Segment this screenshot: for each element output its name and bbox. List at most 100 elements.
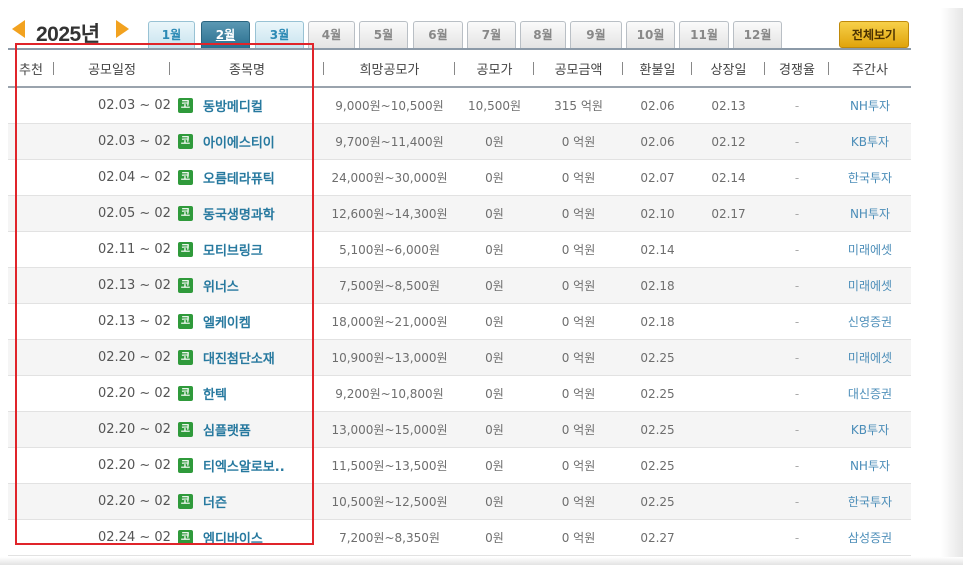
offer-amount: 0 억원 (534, 447, 623, 484)
underwriter: 신영증권 (829, 303, 911, 340)
kosdaq-badge-icon: 코 (178, 98, 193, 113)
tab-month-5[interactable]: 5월 (359, 21, 408, 48)
company-cell: 코 동국생명과학 (170, 195, 324, 232)
table-row[interactable]: 02.20 ~ 02.21코티엑스알로보..11,500원~13,500원0원0… (8, 447, 911, 484)
listing-date (692, 447, 765, 484)
underwriter: NH투자 (829, 447, 911, 484)
competition-ratio: - (765, 267, 829, 304)
kosdaq-badge-icon: 코 (178, 206, 193, 221)
triangle-right-icon[interactable] (116, 20, 129, 38)
company-link[interactable]: 오름테라퓨틱 (203, 172, 275, 187)
table-row[interactable]: 02.04 ~ 02.05 코 오름테라퓨틱 24,000원~30,000원0원0 억… (8, 159, 911, 196)
table-row[interactable]: 02.20 ~ 02.21 코 심플랫폼 13,000원~15,000원0원0 억원0… (8, 411, 911, 448)
kosdaq-badge-icon: 코 (178, 314, 193, 329)
tab-month-9[interactable]: 9월 (570, 21, 622, 48)
table-row[interactable]: 02.03 ~ 02.04 코 동방메디컬 9,000원~10,500원10,500원… (8, 87, 911, 124)
offer-amount: 0 억원 (534, 231, 623, 268)
refund-date: 02.07 (623, 159, 692, 196)
kosdaq-badge-icon: 코 (178, 278, 193, 293)
tab-month-2[interactable]: 2월 (201, 21, 250, 48)
table-header-row: 추천 공모일정 종목명 희망공모가 공모가 공모금액 환불일 상장일 경쟁율 주… (8, 50, 911, 88)
company-link[interactable]: 아이에스티이 (203, 136, 275, 151)
competition-ratio: - (765, 339, 829, 376)
table-row[interactable]: 02.20 ~ 02.21 코 더즌 10,500원~12,500원0원0 억원02.… (8, 483, 911, 520)
table-row[interactable]: 02.20 ~ 02.20 코 대진첨단소재 10,900원~13,000원0원0 억… (8, 339, 911, 376)
desired-price-range: 9,000원~10,500원 (324, 87, 455, 124)
offer-amount: 315 억원 (534, 87, 623, 124)
company-link[interactable]: 대진첨단소재 (203, 352, 275, 367)
view-all-button[interactable]: 전체보기 (839, 21, 909, 48)
company-link[interactable]: 엠디바이스 (203, 532, 263, 547)
tab-month-12[interactable]: 12월 (733, 21, 782, 48)
desired-price-range: 10,500원~12,500원 (324, 483, 455, 520)
company-cell: 코 동방메디컬 (170, 87, 324, 124)
tab-month-10[interactable]: 10월 (626, 21, 675, 48)
listing-date (692, 339, 765, 376)
recommend-cell (8, 519, 54, 556)
offer-price: 0원 (455, 339, 534, 376)
column-header: 공모가 (455, 50, 534, 88)
company-cell: 코 모티브링크 (170, 231, 324, 268)
company-cell: 코 위너스 (170, 267, 324, 304)
refund-date: 02.25 (623, 483, 692, 520)
underwriter: 삼성증권 (829, 519, 911, 556)
tab-month-4[interactable]: 4월 (308, 21, 355, 48)
offer-price: 0원 (455, 519, 534, 556)
triangle-left-icon[interactable] (12, 20, 25, 38)
offer-price: 0원 (455, 195, 534, 232)
competition-ratio: - (765, 375, 829, 412)
subscription-period: 02.13 ~ 02.14 (54, 303, 170, 340)
tab-month-8[interactable]: 8월 (520, 21, 566, 48)
company-link[interactable]: 모티브링크 (203, 244, 263, 259)
refund-date: 02.18 (623, 267, 692, 304)
table-row[interactable]: 02.24 ~ 02.25 코 엠디바이스 7,200원~8,350원0원0 억원02… (8, 519, 911, 556)
underwriter: 미래에셋 (829, 231, 911, 268)
refund-date: 02.25 (623, 339, 692, 376)
kosdaq-badge-icon: 코 (178, 530, 193, 545)
listing-date (692, 231, 765, 268)
company-link[interactable]: 동방메디컬 (203, 100, 263, 115)
table-row[interactable]: 02.03 ~ 02.04 코 아이에스티이 9,700원~11,400원0원0 억원… (8, 123, 911, 160)
table-row[interactable]: 02.20 ~ 02.21 코 한텍 9,200원~10,800원0원0 억원02.2… (8, 375, 911, 412)
tab-month-11[interactable]: 11월 (679, 21, 729, 48)
tab-month-3[interactable]: 3월 (255, 21, 304, 48)
company-cell: 코 엘케이켐 (170, 303, 324, 340)
listing-date (692, 267, 765, 304)
company-link[interactable]: 엘케이켐 (203, 316, 251, 331)
desired-price-range: 18,000원~21,000원 (324, 303, 455, 340)
table-row[interactable]: 02.11 ~ 02.12 코 모티브링크 5,100원~6,000원0원0 억원02… (8, 231, 911, 268)
company-link[interactable]: 더즌 (203, 496, 227, 511)
subscription-period: 02.20 ~ 02.20 (54, 339, 170, 376)
tab-month-7[interactable]: 7월 (467, 21, 516, 48)
company-cell: 코 티엑스알로보.. (170, 447, 324, 484)
year-label[interactable]: 2025년 (36, 18, 100, 48)
company-link[interactable]: 한텍 (203, 388, 227, 403)
refund-date: 02.14 (623, 231, 692, 268)
column-header: 희망공모가 (324, 50, 455, 88)
company-link[interactable]: 티엑스알로보.. (203, 460, 285, 475)
tab-month-6[interactable]: 6월 (413, 21, 463, 48)
company-link[interactable]: 심플랫폼 (203, 424, 251, 439)
kosdaq-badge-icon: 코 (178, 134, 193, 149)
tab-month-1[interactable]: 1월 (148, 21, 195, 48)
offer-price: 0원 (455, 375, 534, 412)
table-row[interactable]: 02.13 ~ 02.14 코 엘케이켐 18,000원~21,000원0원0 억원0… (8, 303, 911, 340)
table-body: 02.03 ~ 02.04 코 동방메디컬 9,000원~10,500원 10,500원… (8, 87, 911, 556)
competition-ratio: - (765, 483, 829, 520)
offer-amount: 0 억원 (534, 195, 623, 232)
listing-date (692, 519, 765, 556)
table-row[interactable]: 02.13 ~ 02.14 코 위너스 7,500원~8,500원0원0 억원02.1… (8, 267, 911, 304)
offer-amount: 0 억원 (534, 411, 623, 448)
competition-ratio: - (765, 159, 829, 196)
refund-date: 02.25 (623, 411, 692, 448)
listing-date (692, 303, 765, 340)
company-link[interactable]: 동국생명과학 (203, 208, 275, 223)
subscription-period: 02.03 ~ 02.04 (54, 123, 170, 160)
competition-ratio: - (765, 231, 829, 268)
underwriter: KB투자 (829, 123, 911, 160)
subscription-period: 02.20 ~ 02.21 (54, 375, 170, 412)
subscription-period: 02.20 ~ 02.21 (54, 483, 170, 520)
table-row[interactable]: 02.05 ~ 02.06 코 동국생명과학 12,600원~14,300원0원0 억… (8, 195, 911, 232)
kosdaq-badge-icon: 코 (178, 494, 193, 509)
company-link[interactable]: 위너스 (203, 280, 239, 295)
